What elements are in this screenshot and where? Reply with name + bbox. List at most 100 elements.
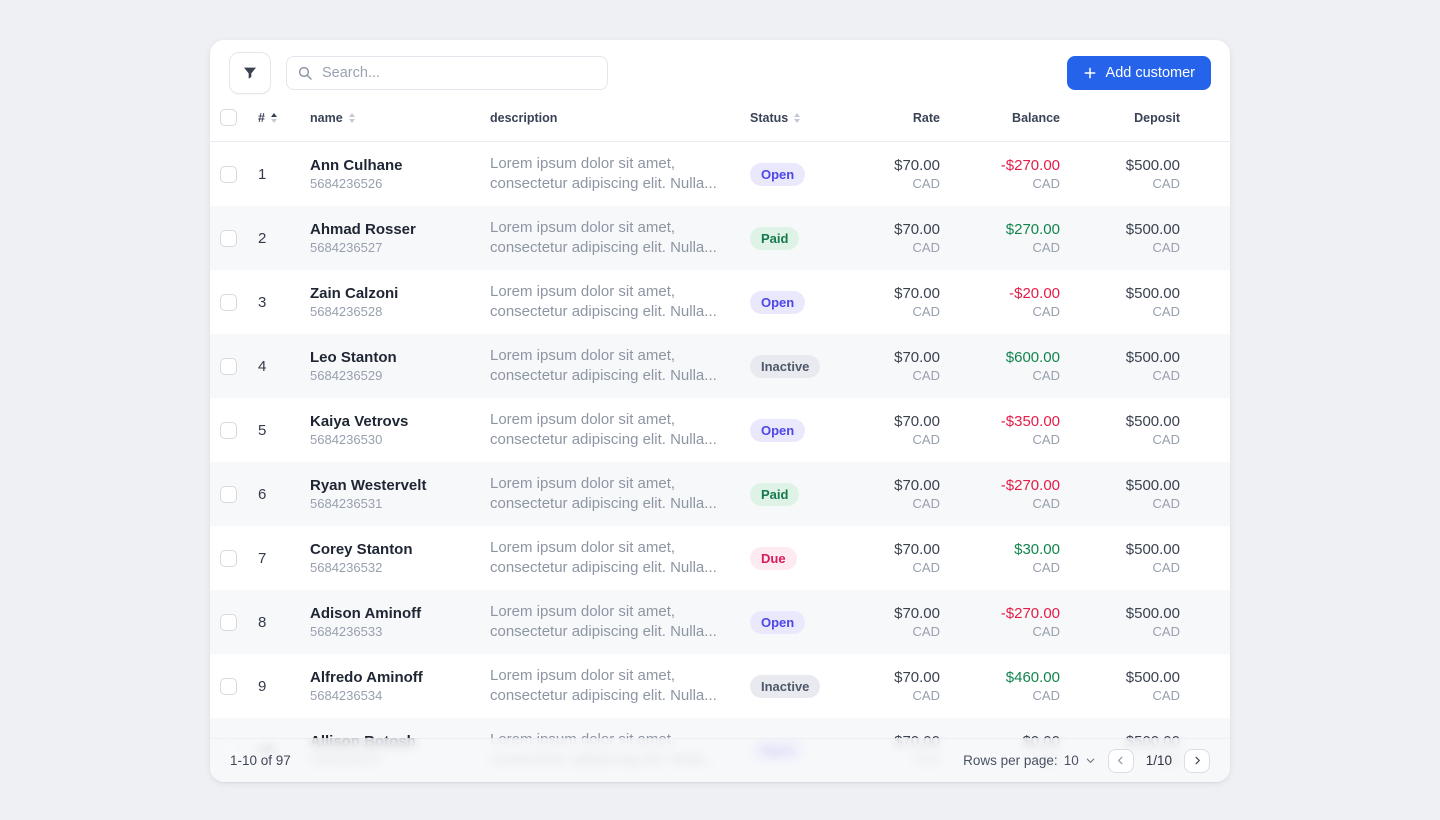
row-checkbox[interactable]	[220, 550, 237, 567]
filter-button[interactable]	[229, 52, 271, 94]
customer-name: Kaiya Vetrovs	[310, 413, 408, 430]
customer-description: Lorem ipsum dolor sit amet, consectetur …	[490, 538, 740, 578]
rows-per-page-value: 10	[1064, 753, 1079, 768]
rate-value: $70.00	[894, 221, 940, 238]
select-all-checkbox[interactable]	[220, 109, 237, 126]
table-row[interactable]: 3 Zain Calzoni 5684236528 Lorem ipsum do…	[210, 270, 1230, 334]
status-cell: Open	[750, 291, 860, 314]
add-customer-label: Add customer	[1106, 65, 1195, 81]
row-checkbox[interactable]	[220, 678, 237, 695]
table-row[interactable]: 8 Adison Aminoff 5684236533 Lorem ipsum …	[210, 590, 1230, 654]
customer-description: Lorem ipsum dolor sit amet, consectetur …	[490, 410, 740, 450]
name-cell: Alfredo Aminoff 5684236534	[310, 669, 490, 703]
balance-value: -$270.00	[1001, 157, 1060, 174]
rate-value: $70.00	[894, 605, 940, 622]
column-header-name[interactable]: name	[310, 111, 490, 125]
name-cell: Corey Stanton 5684236532	[310, 541, 490, 575]
name-cell: Adison Aminoff 5684236533	[310, 605, 490, 639]
next-page-button[interactable]	[1184, 749, 1210, 773]
row-checkbox[interactable]	[220, 230, 237, 247]
sort-icon-asc[interactable]	[271, 113, 277, 123]
status-cell: Open	[750, 163, 860, 186]
footer-controls: Rows per page: 10 1/10	[963, 749, 1210, 773]
balance-value: -$270.00	[1001, 477, 1060, 494]
row-checkbox-cell	[210, 294, 258, 311]
add-customer-button[interactable]: Add customer	[1067, 56, 1211, 90]
deposit-value: $500.00	[1126, 669, 1180, 686]
rate-cell: $70.00CAD	[860, 157, 940, 191]
column-header-balance[interactable]: Balance	[940, 111, 1060, 125]
column-header-deposit[interactable]: Deposit	[1060, 111, 1180, 125]
status-cell: Due	[750, 547, 860, 570]
customer-id: 5684236530	[310, 432, 408, 447]
customer-name: Alfredo Aminoff	[310, 669, 423, 686]
status-badge: Due	[750, 547, 797, 570]
description-cell: Lorem ipsum dolor sit amet, consectetur …	[490, 602, 750, 642]
row-checkbox-cell	[210, 486, 258, 503]
table-row[interactable]: 7 Corey Stanton 5684236532 Lorem ipsum d…	[210, 526, 1230, 590]
row-checkbox-cell	[210, 678, 258, 695]
row-checkbox[interactable]	[220, 486, 237, 503]
table-row[interactable]: 6 Ryan Westervelt 5684236531 Lorem ipsum…	[210, 462, 1230, 526]
customer-id: 5684236533	[310, 624, 421, 639]
table-row[interactable]: 1 Ann Culhane 5684236526 Lorem ipsum dol…	[210, 142, 1230, 206]
rate-currency: CAD	[860, 368, 940, 383]
deposit-currency: CAD	[1060, 688, 1180, 703]
chevron-right-icon	[1192, 755, 1203, 766]
customer-name: Ahmad Rosser	[310, 221, 416, 238]
column-header-rate[interactable]: Rate	[860, 111, 940, 125]
rows-per-page-select[interactable]: Rows per page: 10	[963, 753, 1096, 768]
balance-cell: $600.00CAD	[940, 349, 1060, 383]
balance-currency: CAD	[940, 688, 1060, 703]
column-header-description[interactable]: description	[490, 111, 750, 125]
deposit-value: $500.00	[1126, 349, 1180, 366]
row-number: 4	[258, 358, 310, 375]
customer-id: 5684236526	[310, 176, 403, 191]
customer-id: 5684236529	[310, 368, 397, 383]
balance-currency: CAD	[940, 624, 1060, 639]
table-row[interactable]: 2 Ahmad Rosser 5684236527 Lorem ipsum do…	[210, 206, 1230, 270]
row-range-label: 1-10 of 97	[230, 753, 291, 768]
row-checkbox[interactable]	[220, 294, 237, 311]
customer-description: Lorem ipsum dolor sit amet, consectetur …	[490, 154, 740, 194]
rows-per-page-label: Rows per page:	[963, 753, 1058, 768]
table-row[interactable]: 5 Kaiya Vetrovs 5684236530 Lorem ipsum d…	[210, 398, 1230, 462]
column-label: Status	[750, 111, 788, 125]
row-checkbox[interactable]	[220, 422, 237, 439]
balance-cell: -$20.00CAD	[940, 285, 1060, 319]
status-badge: Inactive	[750, 675, 820, 698]
sort-icon[interactable]	[349, 113, 355, 123]
table-row[interactable]: 9 Alfredo Aminoff 5684236534 Lorem ipsum…	[210, 654, 1230, 718]
balance-currency: CAD	[940, 368, 1060, 383]
row-number: 5	[258, 422, 310, 439]
row-number: 9	[258, 678, 310, 695]
sort-icon[interactable]	[794, 113, 800, 123]
column-header-status[interactable]: Status	[750, 111, 860, 125]
column-header-num[interactable]: #	[258, 111, 310, 125]
row-number: 6	[258, 486, 310, 503]
rate-cell: $70.00CAD	[860, 221, 940, 255]
balance-value: -$350.00	[1001, 413, 1060, 430]
status-cell: Paid	[750, 227, 860, 250]
rate-currency: CAD	[860, 496, 940, 511]
table-row[interactable]: 4 Leo Stanton 5684236529 Lorem ipsum dol…	[210, 334, 1230, 398]
balance-cell: -$350.00CAD	[940, 413, 1060, 447]
previous-page-button[interactable]	[1108, 749, 1134, 773]
status-cell: Inactive	[750, 675, 860, 698]
description-cell: Lorem ipsum dolor sit amet, consectetur …	[490, 282, 750, 322]
column-label: #	[258, 111, 265, 125]
rate-currency: CAD	[860, 624, 940, 639]
table-footer: 1-10 of 97 Rows per page: 10 1/10	[210, 738, 1230, 782]
row-checkbox[interactable]	[220, 166, 237, 183]
status-badge: Open	[750, 611, 805, 634]
deposit-value: $500.00	[1126, 285, 1180, 302]
search-input[interactable]	[286, 56, 608, 90]
customer-name: Leo Stanton	[310, 349, 397, 366]
row-number: 2	[258, 230, 310, 247]
chevron-down-icon	[1085, 755, 1096, 766]
row-checkbox[interactable]	[220, 358, 237, 375]
balance-currency: CAD	[940, 304, 1060, 319]
row-number: 8	[258, 614, 310, 631]
customer-name: Adison Aminoff	[310, 605, 421, 622]
row-checkbox[interactable]	[220, 614, 237, 631]
